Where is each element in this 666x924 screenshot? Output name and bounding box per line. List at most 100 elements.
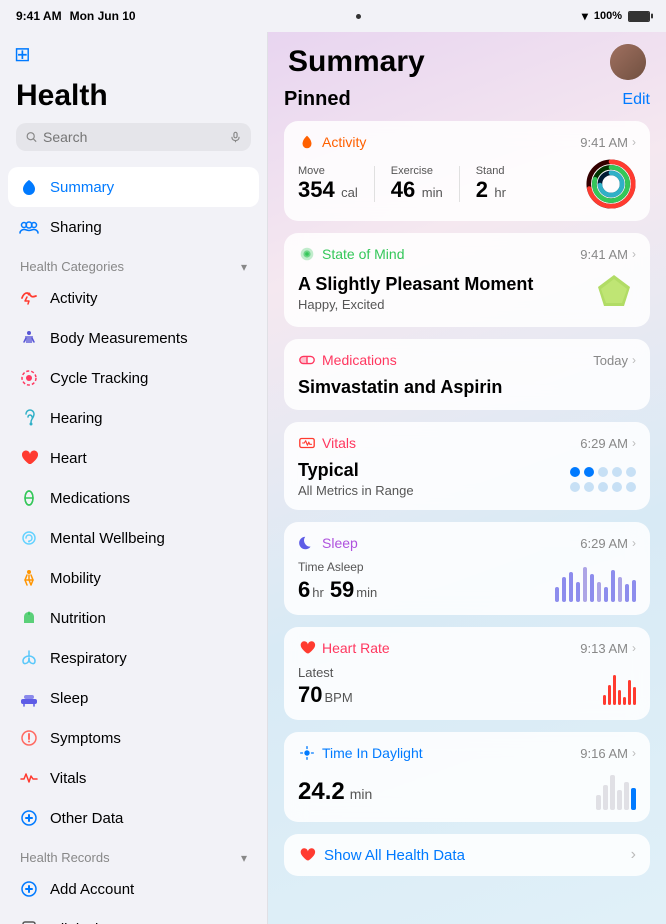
sidebar-item-clinical[interactable]: Clinical Documents bbox=[8, 909, 259, 924]
mobility-icon bbox=[18, 567, 40, 589]
vitals-dot-empty bbox=[598, 467, 608, 477]
hr-bar bbox=[628, 680, 631, 705]
hr-card-time: 9:13 AM › bbox=[580, 641, 636, 656]
show-all-chevron: › bbox=[631, 846, 636, 864]
hr-bar bbox=[623, 697, 626, 705]
sleep-bar bbox=[590, 574, 594, 602]
sidebar-item-vitals[interactable]: Vitals bbox=[8, 758, 259, 798]
daylight-bar-empty bbox=[624, 782, 629, 810]
daylight-value: 24.2 bbox=[298, 778, 345, 806]
exercise-unit: min bbox=[422, 185, 443, 200]
daylight-icon bbox=[298, 744, 316, 762]
daylight-bar-empty bbox=[617, 790, 622, 810]
sidebar-item-symptoms[interactable]: Symptoms bbox=[8, 718, 259, 758]
activity-move: Move 354 cal bbox=[298, 165, 358, 203]
sleep-bars bbox=[555, 562, 636, 602]
sleep-content: Time Asleep 6 hr 59 min bbox=[298, 560, 636, 603]
hr-bar bbox=[618, 690, 621, 705]
sidebar-panel-toggle[interactable]: ⊞ bbox=[0, 32, 267, 67]
heart-rate-card[interactable]: Heart Rate 9:13 AM › Latest 70 BPM bbox=[284, 627, 650, 720]
hr-bar bbox=[603, 695, 606, 705]
vitals-dot-empty bbox=[598, 482, 608, 492]
sleep-bar bbox=[618, 577, 622, 602]
vitals-dot bbox=[584, 467, 594, 477]
mind-shape-icon bbox=[592, 271, 636, 315]
sidebar-item-activity[interactable]: Activity bbox=[8, 278, 259, 318]
vitals-dot-empty bbox=[612, 467, 622, 477]
search-bar[interactable] bbox=[16, 123, 251, 151]
daylight-chevron: › bbox=[632, 746, 636, 760]
sleep-bar bbox=[555, 587, 559, 602]
sidebar-item-mobility[interactable]: Mobility bbox=[8, 558, 259, 598]
vitals-dots-row-2 bbox=[570, 482, 636, 492]
state-of-mind-icon bbox=[298, 245, 316, 263]
activity-card-title-row: Activity bbox=[298, 133, 366, 151]
state-of-mind-header: State of Mind 9:41 AM › bbox=[298, 245, 636, 263]
main-content: Summary Pinned Edit Activity bbox=[268, 32, 666, 924]
sleep-card-header: Sleep 6:29 AM › bbox=[298, 534, 636, 552]
search-input[interactable] bbox=[43, 129, 224, 145]
vitals-card-header: Vitals 6:29 AM › bbox=[298, 434, 636, 452]
vitals-card-icon bbox=[298, 434, 316, 452]
sleep-title-row: Sleep bbox=[298, 534, 358, 552]
sleep-card[interactable]: Sleep 6:29 AM › Time Asleep 6 hr 59 bbox=[284, 522, 650, 615]
daylight-bar-filled bbox=[631, 788, 636, 810]
hearing-icon bbox=[18, 407, 40, 429]
vitals-card[interactable]: Vitals 6:29 AM › Typical All Metrics in … bbox=[284, 422, 650, 510]
clinical-icon bbox=[18, 918, 40, 924]
health-records-header: Health Records ▾ bbox=[8, 838, 259, 869]
vitals-dots-row-1 bbox=[570, 467, 636, 477]
sidebar-item-respiratory[interactable]: Respiratory bbox=[8, 638, 259, 678]
sidebar-item-mental[interactable]: Mental Wellbeing bbox=[8, 518, 259, 558]
main-header: Summary bbox=[268, 32, 666, 88]
health-categories-chevron[interactable]: ▾ bbox=[241, 260, 247, 274]
avatar[interactable] bbox=[610, 44, 646, 80]
sidebar-item-hearing[interactable]: Hearing bbox=[8, 398, 259, 438]
hearing-label: Hearing bbox=[50, 410, 103, 427]
respiratory-icon bbox=[18, 647, 40, 669]
edit-button[interactable]: Edit bbox=[622, 91, 650, 109]
state-of-mind-card[interactable]: State of Mind 9:41 AM › A Slightly Pleas… bbox=[284, 233, 650, 327]
vitals-dot-empty bbox=[626, 482, 636, 492]
search-icon bbox=[26, 130, 37, 144]
hr-bar bbox=[608, 685, 611, 705]
sidebar-item-meds[interactable]: Medications bbox=[8, 478, 259, 518]
sidebar-item-sleep[interactable]: Sleep bbox=[8, 678, 259, 718]
daylight-value-row: 24.2 min bbox=[298, 774, 372, 806]
sleep-min-unit: min bbox=[356, 585, 377, 600]
activity-stand: Stand 2 hr bbox=[476, 165, 506, 203]
sleep-card-title: Sleep bbox=[322, 535, 358, 551]
stand-value: 2 bbox=[476, 177, 488, 202]
daylight-title: Time In Daylight bbox=[322, 745, 423, 761]
sidebar-item-body[interactable]: Body Measurements bbox=[8, 318, 259, 358]
activity-exercise: Exercise 46 min bbox=[391, 165, 443, 203]
health-records-chevron[interactable]: ▾ bbox=[241, 851, 247, 865]
sidebar-item-add-account[interactable]: Add Account bbox=[8, 869, 259, 909]
vitals-card-title: Vitals bbox=[322, 435, 356, 451]
nutrition-icon bbox=[18, 607, 40, 629]
other-label: Other Data bbox=[50, 810, 123, 827]
sleep-hours: 6 bbox=[298, 577, 310, 603]
activity-card[interactable]: Activity 9:41 AM › Move 354 cal bbox=[284, 121, 650, 221]
heart-rate-icon bbox=[298, 639, 316, 657]
hr-bar bbox=[633, 687, 636, 705]
sidebar-item-sharing[interactable]: Sharing bbox=[8, 207, 259, 247]
sidebar-item-summary[interactable]: Summary bbox=[8, 167, 259, 207]
medications-card[interactable]: Medications Today › Simvastatin and Aspi… bbox=[284, 339, 650, 410]
body-label: Body Measurements bbox=[50, 330, 188, 347]
meds-card-header: Medications Today › bbox=[298, 351, 636, 369]
sidebar: ⊞ Health bbox=[0, 32, 268, 924]
cycle-icon bbox=[18, 367, 40, 389]
sidebar-item-nutrition[interactable]: Nutrition bbox=[8, 598, 259, 638]
vitals-content: Typical All Metrics in Range bbox=[298, 460, 636, 498]
state-of-mind-title: State of Mind bbox=[322, 246, 405, 262]
stat-divider-2 bbox=[459, 166, 460, 202]
sidebar-item-cycle[interactable]: Cycle Tracking bbox=[8, 358, 259, 398]
sidebar-item-other[interactable]: Other Data bbox=[8, 798, 259, 838]
sidebar-scroll: Summary Sharing H bbox=[0, 159, 267, 924]
summary-icon bbox=[18, 176, 40, 198]
show-all-row[interactable]: Show All Health Data › bbox=[284, 834, 650, 876]
sidebar-item-heart[interactable]: Heart bbox=[8, 438, 259, 478]
show-all-label: Show All Health Data bbox=[324, 847, 465, 864]
daylight-card[interactable]: Time In Daylight 9:16 AM › 24.2 min bbox=[284, 732, 650, 822]
